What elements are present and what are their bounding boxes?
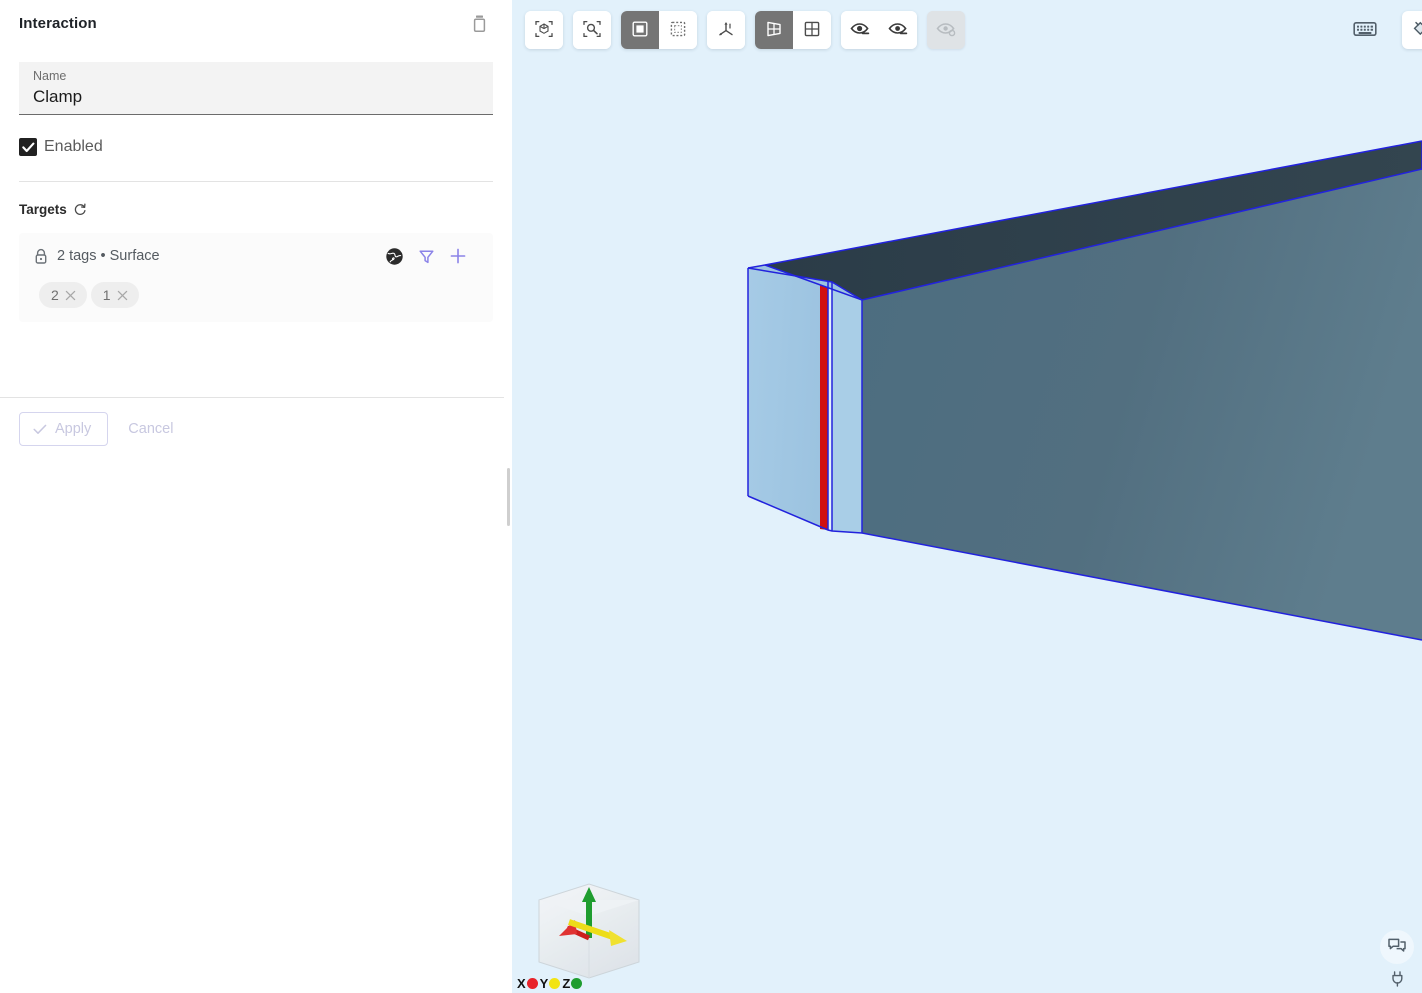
3d-viewport[interactable]: X Y Z bbox=[512, 0, 1422, 993]
enabled-checkbox-label: Enabled bbox=[44, 138, 103, 155]
toolbar-group-show-all bbox=[927, 11, 965, 49]
viewport-bottom-right bbox=[1380, 930, 1414, 987]
axis-x-dot bbox=[526, 978, 538, 989]
plug-icon bbox=[1391, 971, 1404, 987]
target-chip-list: 2 1 bbox=[31, 282, 481, 308]
list-item[interactable]: 1 bbox=[90, 282, 139, 308]
trash-icon[interactable] bbox=[465, 9, 493, 37]
eye-off-icon bbox=[935, 19, 957, 42]
chip-label: 2 bbox=[51, 287, 59, 303]
viewport-toolbar-right bbox=[1348, 11, 1422, 49]
select-marquee-button[interactable] bbox=[659, 11, 697, 49]
eye-minus-icon bbox=[849, 19, 871, 42]
cancel-button[interactable]: Cancel bbox=[114, 412, 187, 446]
filled-square-icon bbox=[630, 19, 650, 42]
apply-button[interactable]: Apply bbox=[19, 412, 109, 446]
axis-x-text: X bbox=[517, 976, 526, 991]
axis-y-text: Y bbox=[539, 976, 549, 991]
axis-label-z: Z bbox=[562, 976, 583, 991]
check-icon bbox=[33, 424, 47, 435]
toolbar-group-fit bbox=[525, 11, 563, 49]
name-field-label: Name bbox=[33, 68, 67, 83]
page-title: Interaction bbox=[19, 14, 97, 32]
hide-selected-button[interactable] bbox=[841, 11, 879, 49]
enabled-checkbox[interactable]: Enabled bbox=[19, 134, 493, 160]
panel-header: Interaction bbox=[0, 0, 512, 46]
fill-color-button[interactable] bbox=[1402, 11, 1422, 49]
targets-section-header: Targets bbox=[19, 199, 493, 219]
grid-square-icon bbox=[802, 19, 822, 42]
target-actions bbox=[385, 247, 481, 266]
panel-body: Name Clamp Enabled Targets 2 tags • Surf… bbox=[0, 46, 512, 322]
ortho-view-button[interactable] bbox=[793, 11, 831, 49]
show-all-button bbox=[927, 11, 965, 49]
panel-footer: Apply Cancel bbox=[0, 397, 512, 446]
splitter-grip bbox=[507, 467, 510, 526]
targets-title: Targets bbox=[19, 201, 67, 217]
perspective-grid-icon bbox=[764, 19, 784, 42]
target-card: 2 tags • Surface 2 1 bbox=[19, 233, 493, 322]
perspective-view-button[interactable] bbox=[755, 11, 793, 49]
toolbar-group-select bbox=[621, 11, 697, 49]
3d-model-beam[interactable] bbox=[512, 0, 1422, 993]
fit-to-view-button[interactable] bbox=[525, 11, 563, 49]
refresh-icon[interactable] bbox=[73, 202, 87, 216]
close-icon[interactable] bbox=[117, 290, 128, 301]
viewport-toolbar bbox=[525, 11, 965, 49]
keyboard-icon bbox=[1353, 20, 1377, 41]
axis-y-dot bbox=[549, 978, 561, 989]
section-divider bbox=[19, 181, 493, 182]
show-selected-button[interactable] bbox=[879, 11, 917, 49]
name-field-value: Clamp bbox=[33, 86, 83, 106]
globe-icon[interactable] bbox=[385, 247, 404, 266]
eye-plus-icon bbox=[887, 19, 909, 42]
target-summary-text: 2 tags • Surface bbox=[57, 248, 160, 264]
footer-actions: Apply Cancel bbox=[0, 398, 512, 446]
zoom-to-selection-button[interactable] bbox=[573, 11, 611, 49]
axes-icon bbox=[716, 19, 736, 42]
toolbar-group-view bbox=[755, 11, 831, 49]
select-box-button[interactable] bbox=[621, 11, 659, 49]
comment-icon bbox=[1387, 937, 1407, 958]
chip-label: 1 bbox=[102, 287, 111, 303]
app-root: Interaction Name Clamp Enabled Targets 2… bbox=[0, 0, 1422, 993]
axis-z-text: Z bbox=[562, 976, 571, 991]
name-field[interactable]: Name Clamp bbox=[19, 62, 493, 115]
dashed-square-icon bbox=[668, 19, 688, 42]
apply-button-label: Apply bbox=[55, 421, 92, 437]
toolbar-group-visibility bbox=[841, 11, 917, 49]
axis-gizmo[interactable] bbox=[517, 870, 657, 993]
checkbox-icon bbox=[19, 138, 37, 156]
list-item[interactable]: 2 bbox=[39, 282, 87, 308]
magnify-focus-icon bbox=[582, 19, 602, 42]
comments-button[interactable] bbox=[1380, 930, 1414, 964]
filter-icon[interactable] bbox=[418, 248, 435, 265]
paint-bucket-icon bbox=[1411, 18, 1422, 43]
toolbar-group-zoom bbox=[573, 11, 611, 49]
close-icon[interactable] bbox=[65, 290, 76, 301]
axis-gizmo-labels: X Y Z bbox=[517, 976, 583, 991]
target-summary-row: 2 tags • Surface bbox=[31, 245, 481, 267]
lock-icon[interactable] bbox=[31, 248, 51, 265]
axis-label-y: Y bbox=[540, 976, 561, 991]
axis-z-dot bbox=[571, 978, 583, 989]
axes-button[interactable] bbox=[707, 11, 745, 49]
interaction-panel: Interaction Name Clamp Enabled Targets 2… bbox=[0, 0, 513, 993]
keyboard-shortcuts-button[interactable] bbox=[1348, 15, 1382, 45]
toolbar-group-axes bbox=[707, 11, 745, 49]
plus-icon[interactable] bbox=[449, 247, 467, 265]
axis-label-x: X bbox=[517, 976, 538, 991]
cube-focus-icon bbox=[534, 19, 554, 42]
